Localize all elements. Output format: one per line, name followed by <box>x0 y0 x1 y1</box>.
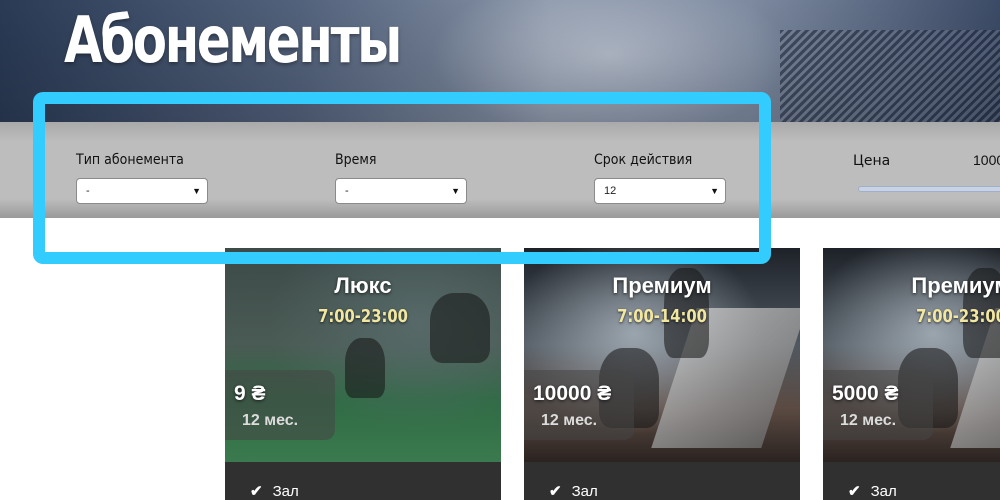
filter-price: Цена 1000 <box>853 152 1000 192</box>
check-icon: ✔ <box>549 483 562 500</box>
card-feature-label: Зал <box>870 483 897 500</box>
filter-type-label: Тип абонемента <box>76 152 184 168</box>
filter-duration: Срок действия 12 ▼ <box>594 152 726 204</box>
card-title: Премиум <box>911 273 1000 298</box>
check-icon: ✔ <box>250 483 263 500</box>
price-slider[interactable] <box>858 186 1000 192</box>
card-feature: ✔ Зал <box>848 482 897 500</box>
chevron-down-icon: ▼ <box>451 186 460 196</box>
card-title: Люкс <box>334 273 392 298</box>
card-title: Премиум <box>612 273 712 298</box>
subscription-card[interactable]: Премиум 7:00-23:00 5000 ₴ 12 мес. ✔ Зал <box>823 248 1000 500</box>
subscription-card[interactable]: Люкс 7:00-23:00 9 ₴ 12 мес. ✔ Зал <box>225 248 501 500</box>
card-feature: ✔ Зал <box>549 482 598 500</box>
card-feature-label: Зал <box>571 483 598 500</box>
card-price: 5000 ₴ <box>832 382 899 405</box>
card-hours: 7:00-23:00 <box>318 306 408 327</box>
chevron-down-icon: ▼ <box>710 186 719 196</box>
price-row: Цена 1000 <box>853 152 1000 172</box>
card-price: 10000 ₴ <box>533 382 612 405</box>
filter-type-select[interactable]: - ▼ <box>76 178 208 204</box>
card-price: 9 ₴ <box>234 382 266 405</box>
filter-type: Тип абонемента - ▼ <box>76 152 208 204</box>
chevron-down-icon: ▼ <box>192 186 201 196</box>
card-image-figure <box>430 293 490 363</box>
card-hours: 7:00-23:00 <box>916 306 1000 327</box>
card-feature-label: Зал <box>272 483 299 500</box>
card-image-figure <box>345 338 385 398</box>
card-term: 12 мес. <box>242 412 299 429</box>
card-term: 12 мес. <box>840 412 897 429</box>
card-term: 12 мес. <box>541 412 598 429</box>
card-feature: ✔ Зал <box>250 482 299 500</box>
filter-duration-label: Срок действия <box>594 152 693 168</box>
filter-duration-select[interactable]: 12 ▼ <box>594 178 726 204</box>
card-hours: 7:00-14:00 <box>617 306 707 327</box>
filter-time-select[interactable]: - ▼ <box>335 178 467 204</box>
filter-time: Время - ▼ <box>335 152 467 204</box>
filter-price-label: Цена <box>853 153 891 169</box>
hero-banner: Абонементы <box>0 0 1000 122</box>
page: Абонементы Тип абонемента - ▼ Время - ▼ … <box>0 0 1000 500</box>
filter-type-value: - <box>86 185 90 197</box>
subscription-card[interactable]: Премиум 7:00-14:00 10000 ₴ 12 мес. ✔ Зал <box>524 248 800 500</box>
page-title: Абонементы <box>64 4 402 78</box>
filter-bar: Тип абонемента - ▼ Время - ▼ Срок действ… <box>0 122 1000 218</box>
filter-time-value: - <box>345 185 349 197</box>
filter-price-value: 1000 <box>973 152 1000 168</box>
filter-time-label: Время <box>335 152 377 168</box>
check-icon: ✔ <box>848 483 861 500</box>
filter-duration-value: 12 <box>604 185 617 197</box>
